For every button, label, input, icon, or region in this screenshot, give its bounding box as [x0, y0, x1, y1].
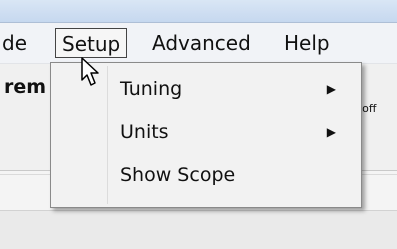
menu-item-units-label: Units [120, 121, 169, 143]
menu-setup[interactable]: Setup [55, 28, 128, 58]
submenu-arrow-icon: ▶ [326, 125, 336, 139]
menu-advanced[interactable]: Advanced [146, 28, 257, 58]
toolbar-right-label-sub: off [362, 102, 377, 115]
menu-setup-label: Setup [62, 32, 121, 56]
menu-item-show-scope[interactable]: Show Scope [54, 157, 358, 193]
toolbar-left-label: rem [4, 76, 47, 98]
window-titlebar [0, 0, 397, 23]
menu-mode[interactable]: de [0, 28, 33, 58]
menu-advanced-label: Advanced [152, 31, 251, 55]
menu-item-units[interactable]: Units ▶ [54, 114, 358, 150]
menu-help[interactable]: Help [278, 28, 336, 58]
bottom-panel [0, 210, 397, 249]
mouse-cursor-icon [81, 57, 99, 86]
submenu-arrow-icon: ▶ [326, 82, 336, 96]
menu-item-tuning-label: Tuning [120, 78, 183, 100]
menu-help-label: Help [284, 31, 330, 55]
menu-bar: de Setup Advanced Help [0, 23, 397, 64]
menu-mode-label: de [2, 31, 27, 55]
menu-item-show-scope-label: Show Scope [120, 164, 236, 186]
